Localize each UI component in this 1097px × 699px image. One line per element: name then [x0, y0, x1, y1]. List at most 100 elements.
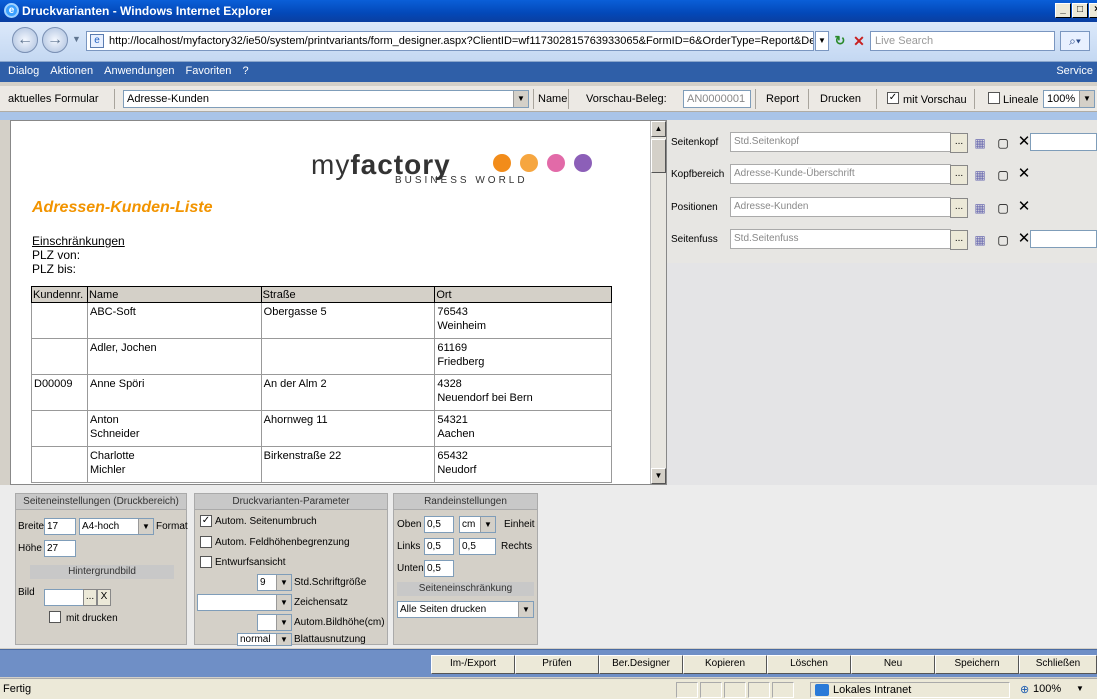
menu-favorites[interactable]: Favoriten [186, 65, 232, 77]
unit-select[interactable]: cm ▼ [459, 516, 496, 533]
section-extra-field[interactable] [1030, 230, 1097, 248]
status-segment [724, 682, 746, 698]
print-button[interactable]: Drucken [820, 93, 861, 105]
image-input[interactable] [44, 589, 84, 606]
delete-icon[interactable]: ✕ [1017, 134, 1031, 149]
variant-parameters-title: Druckvarianten-Parameter [195, 494, 387, 510]
search-icon[interactable]: ⌕▾ [1060, 31, 1090, 51]
auto-pagebreak-checkbox[interactable]: ✓ [200, 515, 212, 528]
clear-image-button[interactable]: X [97, 589, 111, 606]
menu-actions[interactable]: Aktionen [50, 65, 93, 77]
refresh-icon[interactable]: ↻ [831, 31, 849, 51]
security-zone: Lokales Intranet [810, 682, 1010, 698]
menu-service[interactable]: Service [1056, 62, 1093, 80]
preview-document-field[interactable]: AN0000001 [683, 90, 751, 108]
with-preview-checkbox[interactable]: ✓ [887, 92, 899, 105]
rulers-checkbox[interactable] [988, 92, 1000, 105]
height-input[interactable]: 27 [44, 540, 76, 557]
browse-button[interactable]: ... [950, 133, 968, 153]
font-size-select[interactable]: 9 ▼ [257, 574, 292, 591]
save-button[interactable]: Speichern [935, 655, 1019, 674]
scroll-down-icon[interactable]: ▼ [651, 468, 666, 484]
report-designer-button[interactable]: Ber.Designer [599, 655, 683, 674]
check-button[interactable]: Prüfen [515, 655, 599, 674]
height-label: Höhe [18, 543, 42, 554]
section-field[interactable]: Std.Seitenkopf [730, 132, 951, 152]
top-margin-input[interactable]: 0,5 [424, 516, 454, 533]
edit-icon[interactable]: ▦ [973, 136, 987, 150]
toolbar-separator [974, 89, 975, 109]
column-header: Kundennr. [31, 286, 88, 303]
zoom-select[interactable]: 100% ▼ [1043, 90, 1095, 108]
section-field[interactable]: Adresse-Kunde-Überschrift [730, 164, 951, 184]
name-button[interactable]: Name [538, 93, 567, 105]
live-search-input[interactable]: Live Search [870, 31, 1055, 51]
delete-button[interactable]: Löschen [767, 655, 851, 674]
zoom-level[interactable]: 100% [1033, 683, 1061, 695]
section-field[interactable]: Std.Seitenfuss [730, 229, 951, 249]
page-restriction-select[interactable]: Alle Seiten drucken ▼ [397, 601, 534, 618]
bottom-margin-input[interactable]: 0,5 [424, 560, 454, 577]
with-preview-label: mit Vorschau [903, 94, 967, 106]
print-with-checkbox[interactable] [49, 611, 61, 624]
menu-applications[interactable]: Anwendungen [104, 65, 174, 77]
new-icon[interactable]: ▢ [996, 168, 1010, 182]
delete-icon[interactable]: ✕ [1017, 166, 1031, 181]
new-icon[interactable]: ▢ [996, 201, 1010, 215]
page-settings-group: Seiteneinstellungen (Druckbereich) Breit… [15, 493, 188, 645]
forward-button[interactable]: → [42, 27, 68, 53]
new-button[interactable]: Neu [851, 655, 935, 674]
edit-icon[interactable]: ▦ [973, 233, 987, 247]
auto-fieldheight-checkbox[interactable] [200, 536, 212, 549]
preview-scrollbar[interactable]: ▲ ▼ [650, 121, 666, 484]
url-field[interactable]: e http://localhost/myfactory32/ie50/syst… [86, 31, 814, 51]
browse-button[interactable]: ... [950, 165, 968, 185]
format-select[interactable]: A4-hoch ▼ [79, 518, 154, 535]
import-export-button[interactable]: Im-/Export [431, 655, 515, 674]
minimize-button[interactable]: _ [1055, 3, 1071, 18]
history-dropdown-icon[interactable]: ▼ [72, 34, 81, 44]
menu-dialog[interactable]: Dialog [8, 65, 39, 77]
page-icon: e [90, 34, 104, 48]
stop-icon[interactable]: ✕ [850, 31, 868, 51]
edit-icon[interactable]: ▦ [973, 201, 987, 215]
scroll-up-icon[interactable]: ▲ [651, 121, 666, 137]
delete-icon[interactable]: ✕ [1017, 199, 1031, 214]
sheet-usage-select[interactable]: normal ▼ [237, 633, 292, 646]
back-button[interactable]: ← [12, 27, 38, 53]
section-extra-field[interactable] [1030, 133, 1097, 151]
cell-name: Anton Schneider [87, 410, 262, 447]
edit-icon[interactable]: ▦ [973, 168, 987, 182]
browse-button[interactable]: ... [83, 589, 97, 606]
new-icon[interactable]: ▢ [996, 233, 1010, 247]
form-select[interactable]: Adresse-Kunden ▼ [123, 90, 529, 108]
close-button[interactable]: Schließen [1019, 655, 1097, 674]
url-dropdown-icon[interactable]: ▼ [815, 31, 829, 51]
right-margin-input[interactable]: 0,5 [459, 538, 496, 555]
close-window-button[interactable]: × [1089, 3, 1097, 18]
section-field[interactable]: Adresse-Kunden [730, 197, 951, 217]
image-height-select[interactable]: ▼ [257, 614, 292, 631]
draft-view-checkbox[interactable] [200, 556, 212, 569]
scroll-thumb[interactable] [651, 139, 666, 173]
table-row: D00009 Anne Spöri An der Alm 2 4328 Neuen… [31, 374, 612, 411]
report-button[interactable]: Report [766, 93, 799, 105]
width-input[interactable]: 17 [44, 518, 76, 535]
cell-street: Ahornweg 11 [261, 410, 436, 447]
zoom-icon[interactable]: ⊕ [1020, 683, 1029, 696]
delete-icon[interactable]: ✕ [1017, 231, 1031, 246]
sheet-usage-label: Blattausnutzung [294, 634, 366, 645]
cell-street: Obergasse 5 [261, 302, 436, 339]
zoom-dropdown-icon[interactable]: ▼ [1076, 684, 1084, 693]
logo-subtitle: BUSINESS WORLD [395, 175, 528, 186]
charset-select[interactable]: ▼ [197, 594, 292, 611]
browse-button[interactable]: ... [950, 230, 968, 250]
new-icon[interactable]: ▢ [996, 136, 1010, 150]
menu-help[interactable]: ? [242, 65, 248, 77]
chevron-down-icon: ▼ [513, 91, 528, 107]
copy-button[interactable]: Kopieren [683, 655, 767, 674]
maximize-button[interactable]: □ [1072, 3, 1088, 18]
left-margin-input[interactable]: 0,5 [424, 538, 454, 555]
browse-button[interactable]: ... [950, 198, 968, 218]
cell-city: 54321 Aachen [434, 410, 612, 447]
